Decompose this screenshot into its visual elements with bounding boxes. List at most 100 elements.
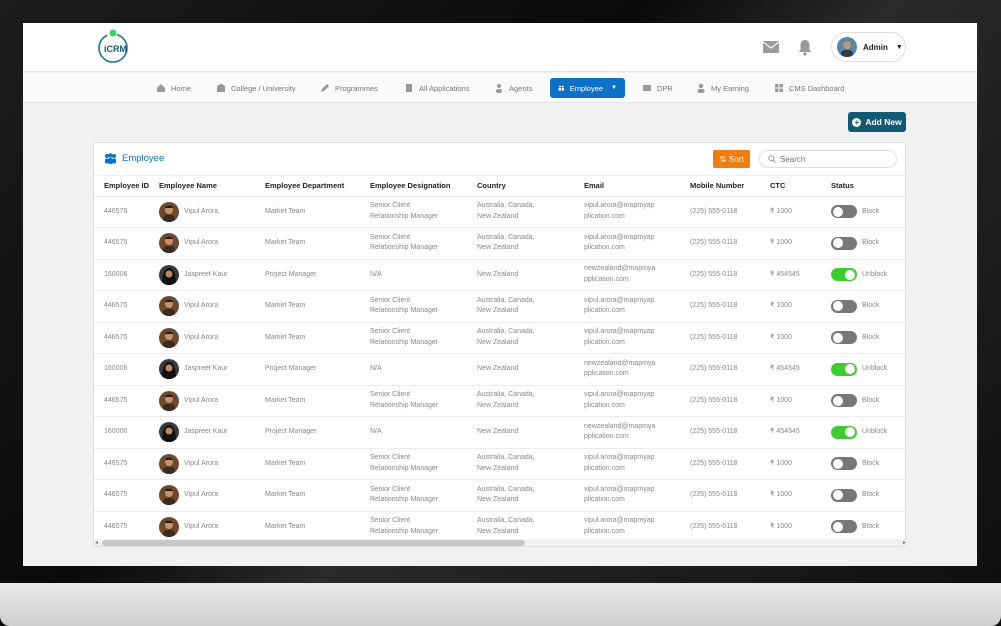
designation-line-1: Senior Client xyxy=(370,454,411,462)
bell-icon[interactable] xyxy=(796,38,814,56)
employee-name[interactable]: Jaspreet Kaur xyxy=(184,364,228,375)
country-line-2: New Zealand xyxy=(477,401,519,409)
employee-email: vipul.arora@mapmyap plication.com xyxy=(574,385,680,417)
employee-name[interactable]: Vipul Arora xyxy=(184,490,218,501)
user-icon xyxy=(697,83,705,93)
employee-name-cell: Vipul Arora xyxy=(149,479,255,512)
scroll-left-icon[interactable]: ◂ xyxy=(95,539,98,546)
employee-ctc: ₹ 1000 xyxy=(760,511,821,543)
status-toggle[interactable] xyxy=(831,425,857,439)
plus-icon: + xyxy=(852,117,862,127)
toggle-knob xyxy=(833,238,843,249)
employee-name[interactable]: Vipul Arora xyxy=(184,396,218,407)
avatar xyxy=(159,233,179,254)
col-ctc[interactable]: CTC xyxy=(760,176,821,197)
table-row[interactable]: 446575 Vipul Arora Market Team Senior Clien… xyxy=(94,385,905,417)
add-new-button[interactable]: + Add New xyxy=(848,112,906,132)
designation-line-2: Relationship Manager xyxy=(370,527,439,535)
employee-designation: N/A xyxy=(360,416,467,449)
mail-icon[interactable] xyxy=(762,38,780,56)
status-label: Block xyxy=(862,396,880,404)
status-toggle[interactable] xyxy=(831,299,857,313)
col-employee-designation[interactable]: Employee Designation xyxy=(360,176,467,197)
nav-label: Employee xyxy=(569,83,604,93)
employee-name-wrap: Vipul Arora xyxy=(159,390,255,411)
nav-item-employee[interactable]: Employee ▼ xyxy=(550,78,625,98)
status-toggle[interactable] xyxy=(831,394,857,408)
employee-name[interactable]: Vipul Arora xyxy=(184,301,218,312)
table-row[interactable]: 446575 Vipul Arora Market Team Senior Clien… xyxy=(94,448,905,480)
employee-mobile: (225) 555-0118 xyxy=(680,385,760,417)
nav-item-agents[interactable]: Agents xyxy=(494,78,532,98)
employee-ctc: ₹ 1000 xyxy=(760,385,821,417)
employee-name[interactable]: Jaspreet Kaur xyxy=(184,270,228,281)
nav-item-applications[interactable]: All Applications xyxy=(404,78,469,98)
status-label: Block xyxy=(862,459,880,467)
nav-item-earning[interactable]: My Earning xyxy=(696,78,749,98)
nav-item-dpr[interactable]: DPR xyxy=(642,78,673,98)
employee-name[interactable]: Vipul Arora xyxy=(184,459,218,470)
card-title: Employee xyxy=(104,153,164,164)
nav-item-cms[interactable]: CMS Dashboard xyxy=(774,78,844,98)
scrollbar-thumb[interactable] xyxy=(102,540,525,546)
search-input[interactable] xyxy=(780,154,890,164)
table-row[interactable]: 446575 Vipul Arora Market Team Senior Clien… xyxy=(94,196,905,228)
table-row[interactable]: 446575 Vipul Arora Market Team Senior Clien… xyxy=(94,479,905,512)
table-row[interactable]: 160006 Jaspreet Kaur Project Manager N/A New… xyxy=(94,416,905,449)
employee-ctc: ₹ 1000 xyxy=(760,196,821,228)
employee-name[interactable]: Vipul Arora xyxy=(184,333,218,344)
nav-item-programmes[interactable]: Programmes xyxy=(320,78,378,98)
col-employee-department[interactable]: Employee Department xyxy=(255,176,360,197)
employee-name[interactable]: Vipul Arora xyxy=(184,207,218,218)
email-line-2: pplication.com xyxy=(584,275,629,283)
col-email[interactable]: Email xyxy=(574,176,680,197)
employee-mobile: (225) 555-0118 xyxy=(680,196,760,228)
employee-email: vipul.arora@mapmyap plication.com xyxy=(574,196,680,228)
status-toggle[interactable] xyxy=(831,236,857,250)
col-employee-name[interactable]: Employee Name xyxy=(149,176,255,197)
employee-name[interactable]: Vipul Arora xyxy=(184,522,218,533)
employee-name-wrap: Jaspreet Kaur xyxy=(159,359,255,380)
col-country[interactable]: Country xyxy=(467,176,574,197)
status-toggle[interactable] xyxy=(831,488,857,502)
horizontal-scrollbar[interactable]: ◂ ▸ xyxy=(94,539,905,546)
scroll-right-icon[interactable]: ▸ xyxy=(903,539,905,546)
employee-id: 446575 xyxy=(94,479,149,512)
designation-line-1: Senior Client xyxy=(370,485,411,493)
main-nav: Home College / University Programmes All… xyxy=(23,73,977,103)
search-box[interactable] xyxy=(759,150,897,168)
status-toggle[interactable] xyxy=(831,520,857,534)
employee-name[interactable]: Vipul Arora xyxy=(184,238,218,249)
employee-id: 446575 xyxy=(94,322,149,354)
status-wrap: Block xyxy=(831,394,905,408)
status-toggle[interactable] xyxy=(831,205,857,219)
col-mobile[interactable]: Mobile Number xyxy=(680,176,760,197)
user-menu[interactable]: Admin ▼ xyxy=(831,32,906,62)
employee-name[interactable]: Jaspreet Kaur xyxy=(184,427,228,438)
avatar xyxy=(159,296,179,317)
status-toggle[interactable] xyxy=(831,457,857,471)
employee-name-cell: Jaspreet Kaur xyxy=(149,353,255,386)
table-row[interactable]: 446575 Vipul Arora Market Team Senior Clien… xyxy=(94,227,905,260)
status-label: Block xyxy=(862,239,880,246)
employee-status: Block xyxy=(821,322,905,354)
status-toggle[interactable] xyxy=(831,362,857,376)
employee-department: Market Team xyxy=(255,227,360,260)
table-row[interactable]: 446575 Vipul Arora Market Team Senior Clien… xyxy=(94,322,905,354)
status-toggle[interactable] xyxy=(831,331,857,345)
table-row[interactable]: 160006 Jaspreet Kaur Project Manager N/A New… xyxy=(94,353,905,386)
table-row[interactable]: 446575 Vipul Arora Market Team Senior Clien… xyxy=(94,290,905,323)
table-row[interactable]: 160006 Jaspreet Kaur Project Manager N/A New… xyxy=(94,259,905,291)
employee-designation: Senior Client Relationship Manager xyxy=(360,196,467,228)
status-toggle[interactable] xyxy=(831,268,857,282)
icrm-logo[interactable]: iCRM xyxy=(95,28,131,66)
nav-item-home[interactable]: Home xyxy=(156,78,191,98)
nav-item-college[interactable]: College / University xyxy=(216,78,296,98)
sort-button[interactable]: ⇅ Sort xyxy=(713,150,750,168)
employee-id: 160006 xyxy=(94,353,149,386)
designation-line-1: Senior Client xyxy=(370,517,411,525)
table-row[interactable]: 446575 Vipul Arora Market Team Senior Clien… xyxy=(94,511,905,543)
employee-name-cell: Vipul Arora xyxy=(149,385,255,417)
col-status[interactable]: Status xyxy=(821,176,905,197)
col-employee-id[interactable]: Employee ID xyxy=(94,176,149,197)
